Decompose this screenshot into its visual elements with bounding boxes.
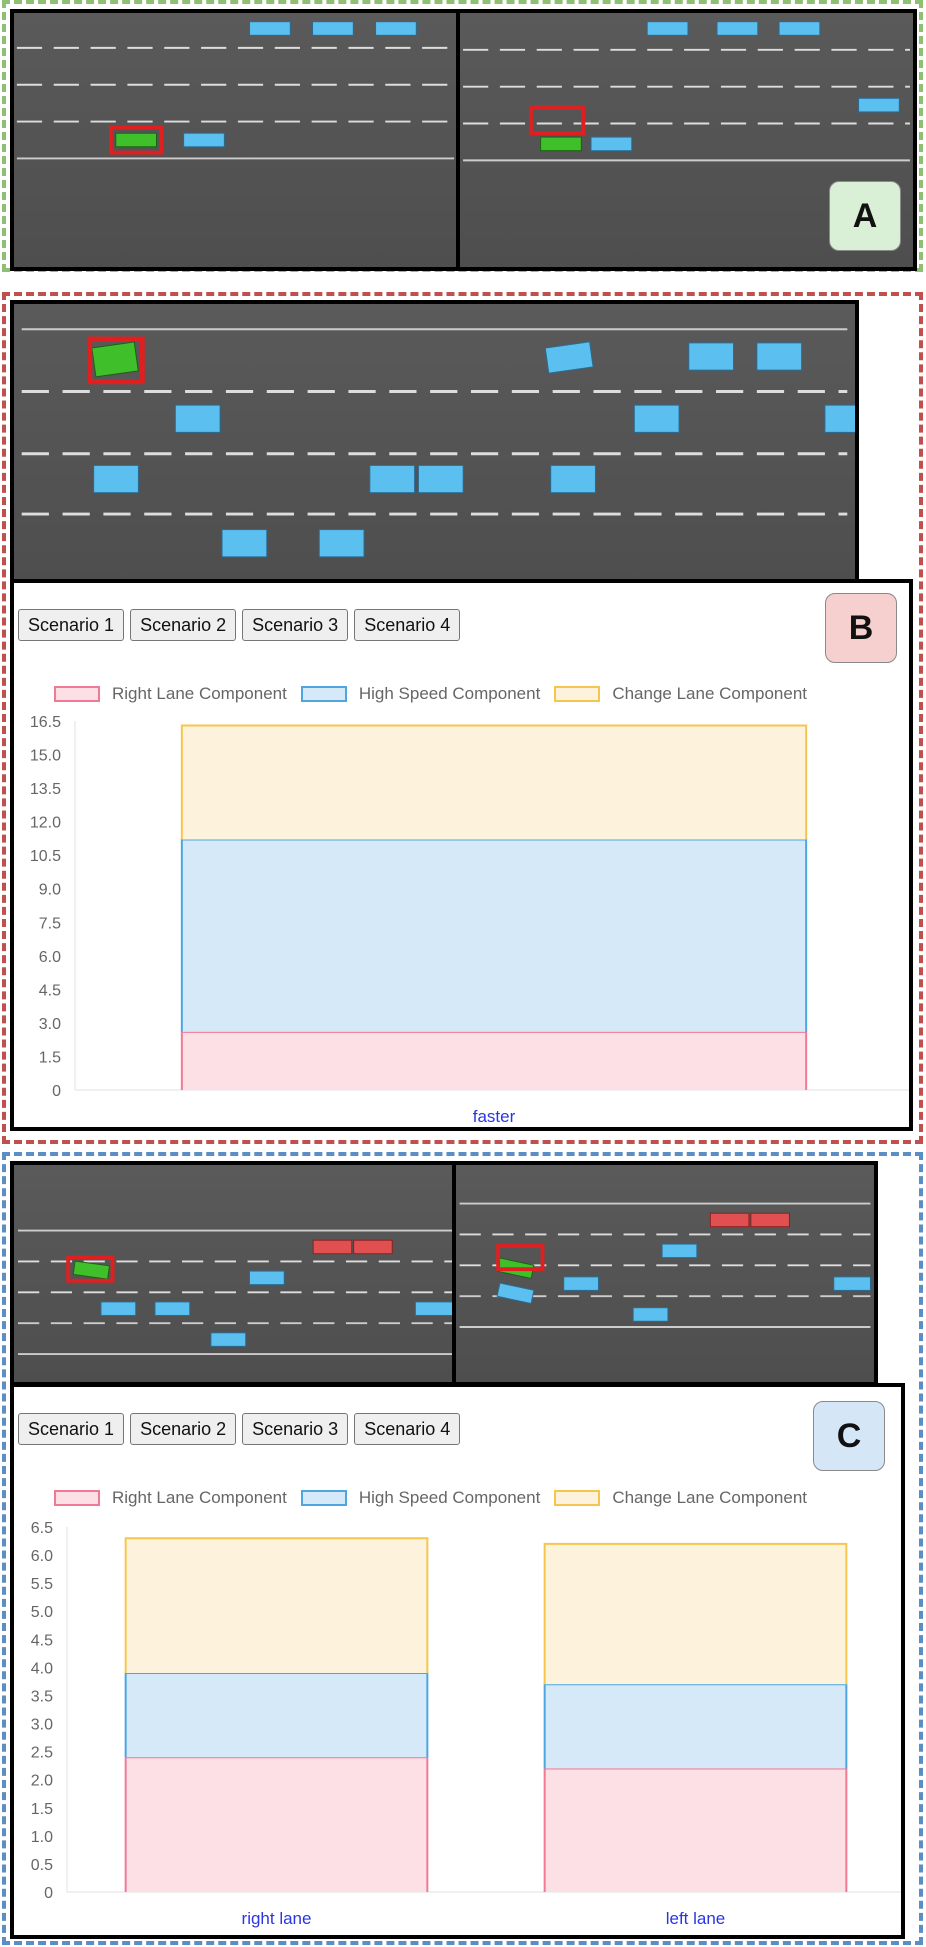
y-tick-label: 1.0 [31, 1829, 53, 1846]
y-tick-label: 0.5 [31, 1857, 53, 1874]
y-tick-label: 9.0 [39, 882, 61, 899]
bar-segment [544, 1768, 847, 1892]
chart-panel-b: Scenario 1 Scenario 2 Scenario 3 Scenari… [10, 579, 913, 1131]
x-tick-label: left lane [666, 1909, 726, 1928]
y-tick-label: 3.0 [31, 1717, 53, 1734]
simulation-view-a2: A [456, 9, 917, 271]
y-tick-label: 6.0 [39, 949, 61, 966]
bar-segment [181, 1031, 807, 1090]
highway-scene-c2 [459, 1202, 871, 1328]
y-tick-label: 5.5 [31, 1576, 53, 1593]
stacked-bar-chart-b: 0 1.5 3.0 4.5 6.0 7.5 9.0 10.5 12.0 13.5 15.0 16.5 f… [30, 714, 909, 1126]
y-tick-label: 12.0 [30, 815, 61, 832]
y-tick-label: 4.5 [39, 982, 61, 999]
bar-segment [125, 1673, 428, 1758]
y-tick-label: 10.5 [30, 848, 61, 865]
x-tick-label: right lane [242, 1909, 312, 1928]
simulation-view-b [10, 300, 859, 590]
bar-segment [181, 725, 807, 840]
y-tick-label: 0 [52, 1083, 61, 1100]
highway-scene-c1 [18, 1229, 455, 1355]
bar-segment [125, 1538, 428, 1673]
highway-scene-b [21, 328, 855, 558]
bar-segment [125, 1757, 428, 1892]
bar-segment [544, 1684, 847, 1769]
y-tick-label: 0 [44, 1885, 53, 1902]
y-tick-label: 4.5 [31, 1632, 53, 1649]
panel-a-badge: A [829, 181, 901, 251]
y-tick-label: 7.5 [39, 915, 61, 932]
y-tick-label: 6.0 [31, 1548, 53, 1565]
y-tick-label: 3.0 [39, 1016, 61, 1033]
simulation-view-c2 [452, 1161, 878, 1386]
bar-segment [544, 1543, 847, 1685]
stacked-bar-chart-c: 0 0.5 1.0 1.5 2.0 2.5 3.0 3.5 4.0 4.5 5.0 5.5 6.0 6.5… [31, 1520, 901, 1928]
bar-segment [181, 839, 807, 1032]
simulation-view-c1 [10, 1161, 462, 1386]
y-tick-label: 2.0 [31, 1773, 53, 1790]
chart-panel-c: Scenario 1 Scenario 2 Scenario 3 Scenari… [10, 1383, 905, 1939]
x-tick-label: faster [473, 1107, 516, 1126]
y-tick-label: 5.0 [31, 1604, 53, 1621]
y-tick-label: 3.5 [31, 1688, 53, 1705]
y-tick-label: 15.0 [30, 748, 61, 765]
y-tick-label: 1.5 [39, 1049, 61, 1066]
y-tick-label: 16.5 [30, 714, 61, 731]
y-tick-label: 4.0 [31, 1660, 53, 1677]
y-tick-label: 2.5 [31, 1745, 53, 1762]
y-tick-label: 6.5 [31, 1520, 53, 1537]
y-tick-label: 13.5 [30, 781, 61, 798]
highway-scene-a1 [16, 21, 455, 160]
y-tick-label: 1.5 [31, 1801, 53, 1818]
simulation-view-a1 [10, 9, 461, 271]
